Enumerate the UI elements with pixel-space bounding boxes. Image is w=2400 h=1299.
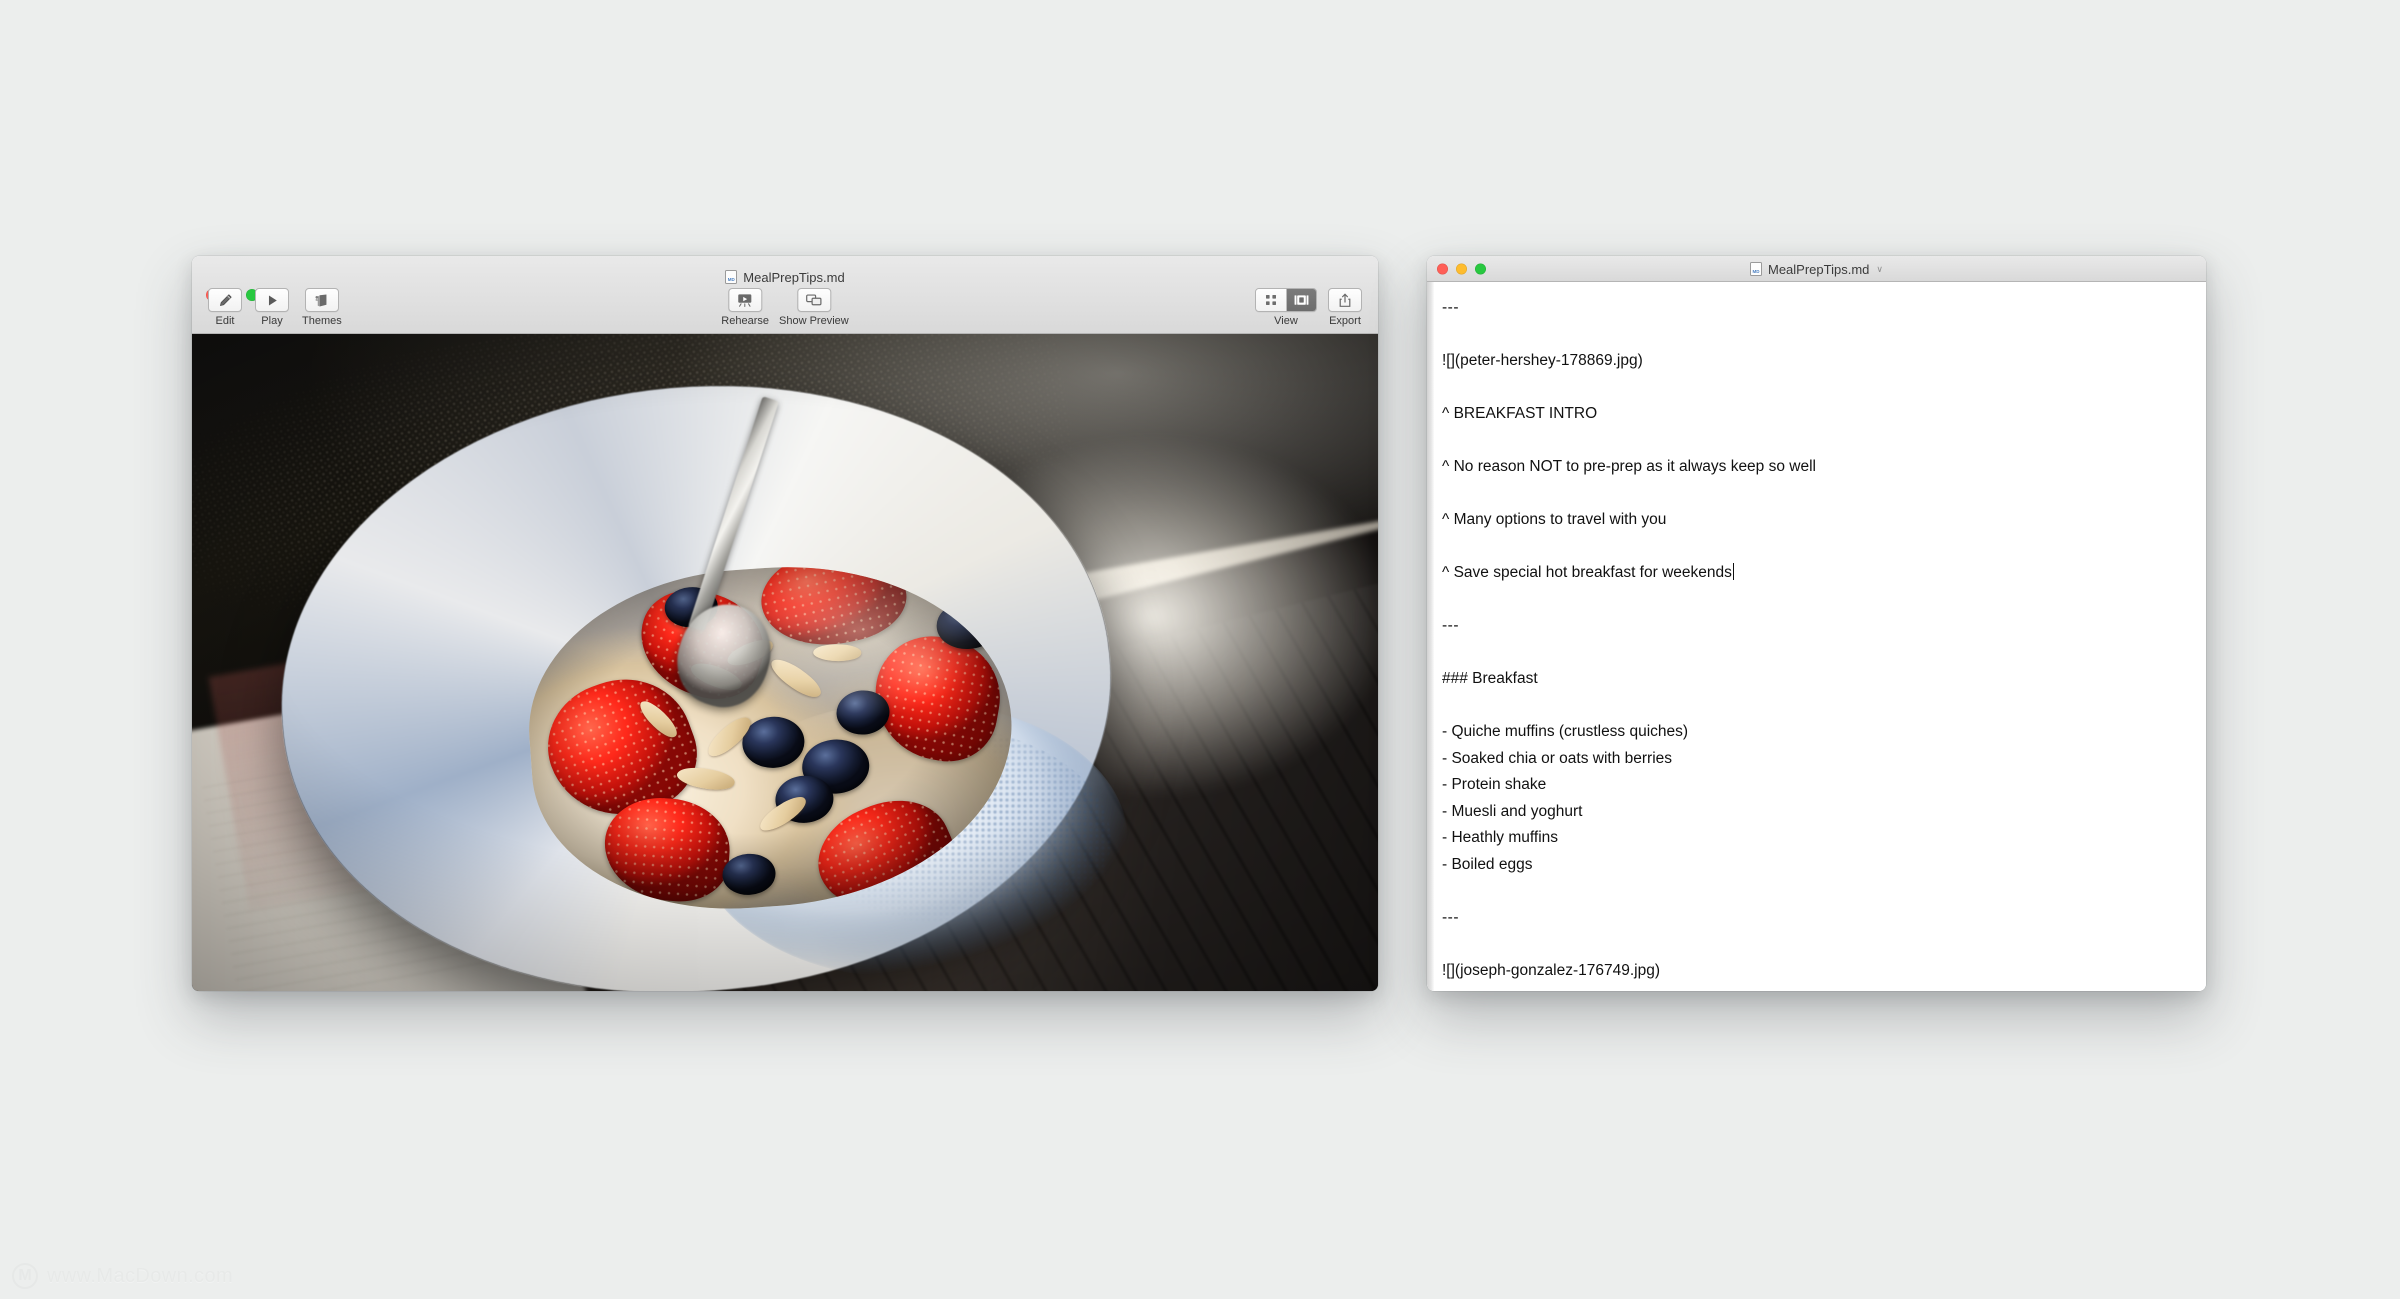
markdown-line: ![](joseph-gonzalez-176749.jpg) — [1442, 961, 1660, 979]
markdown-line — [1442, 428, 2190, 455]
markdown-source-text[interactable]: --- ![](peter-hershey-178869.jpg) ^ BREAKF… — [1434, 282, 2206, 991]
markdown-line: ^ Save special hot breakfast for weekend… — [1442, 560, 2190, 587]
edit-button[interactable]: Edit — [208, 288, 242, 327]
ceramic-bowl — [256, 351, 1136, 991]
text-caret — [1732, 563, 1735, 580]
themes-icon — [315, 293, 327, 306]
markdown-editor[interactable]: --- ![](peter-hershey-178869.jpg) ^ BREAKF… — [1427, 282, 2206, 991]
macdown-watermark: M www.MacDown.com — [12, 1263, 233, 1289]
themes-button[interactable]: Themes — [302, 288, 342, 327]
export-button[interactable]: Export — [1328, 288, 1362, 327]
macdown-logo-icon: M — [12, 1263, 38, 1289]
pencil-icon — [219, 293, 232, 306]
editor-title[interactable]: MealPrepTips.md ∨ — [1427, 256, 2206, 282]
rehearse-button-label: Rehearse — [721, 315, 769, 327]
export-button-label: Export — [1329, 315, 1361, 327]
markdown-line: ^ BREAKFAST INTRO — [1442, 405, 1598, 422]
share-icon — [1339, 293, 1351, 307]
export-button-face[interactable] — [1328, 288, 1362, 312]
presentation-toolbar[interactable]: Edit Play Themes Rehearse Show Preview V… — [192, 284, 1378, 333]
slide-preview[interactable] — [192, 334, 1378, 991]
edit-button-label: Edit — [215, 315, 235, 327]
breakfast-bowl-photo — [192, 334, 1378, 991]
markdown-line — [1442, 878, 2190, 905]
markdown-line — [1442, 640, 2190, 667]
markdown-line: --- — [1442, 908, 1459, 926]
markdown-line: ^ No reason NOT to pre-prep as it always… — [1442, 458, 1816, 475]
rehearse-icon — [738, 294, 752, 307]
show-preview-button-face[interactable] — [796, 288, 831, 312]
preview-icon — [806, 294, 822, 306]
view-control[interactable]: View — [1255, 288, 1317, 327]
markdown-line: --- — [1442, 299, 1459, 316]
markdown-line: - Boiled eggs — [1442, 855, 1533, 873]
watermark-text: www.MacDown.com — [47, 1264, 234, 1287]
markdown-line: - Protein shake — [1442, 776, 1547, 793]
markdown-line — [1442, 534, 2190, 561]
presentation-window[interactable]: MealPrepTips.md Edit — [192, 256, 1378, 991]
markdown-line — [1442, 693, 2190, 720]
view-control-label: View — [1274, 315, 1298, 327]
markdown-line: ### Breakfast — [1442, 670, 1538, 687]
play-button[interactable]: Play — [255, 288, 289, 327]
show-preview-button[interactable]: Show Preview — [779, 288, 849, 327]
markdown-line: - Soaked chia or oats with berries — [1442, 749, 1673, 767]
markdown-editor-window[interactable]: MealPrepTips.md ∨ --- ![](peter-hershey-1… — [1427, 256, 2206, 991]
toolbar-group-center: Rehearse Show Preview — [721, 288, 849, 327]
markdown-line — [1442, 322, 2190, 349]
editor-gutter — [1427, 282, 1434, 991]
markdown-file-icon — [725, 270, 738, 284]
editor-titlebar[interactable]: MealPrepTips.md ∨ — [1427, 256, 2206, 282]
rehearse-button[interactable]: Rehearse — [721, 288, 769, 327]
breakfast-food-pile — [518, 551, 1023, 923]
markdown-line: - Muesli and yoghurt — [1442, 802, 1583, 820]
chevron-down-icon[interactable]: ∨ — [1876, 264, 1883, 275]
markdown-line — [1442, 375, 2190, 402]
grid-icon — [1266, 295, 1276, 305]
view-segment-slide-layout[interactable] — [1286, 289, 1316, 311]
markdown-file-icon — [1750, 262, 1762, 276]
editor-title-text: MealPrepTips.md — [1768, 261, 1870, 277]
themes-button-face[interactable] — [304, 288, 339, 312]
markdown-line: - Quiche muffins (crustless quiches) — [1442, 723, 1689, 740]
play-button-face[interactable] — [255, 288, 289, 312]
markdown-line — [1442, 587, 2190, 614]
markdown-line: ![](peter-hershey-178869.jpg) — [1442, 352, 1643, 369]
edit-button-face[interactable] — [208, 288, 242, 312]
show-preview-button-label: Show Preview — [779, 315, 849, 327]
rehearse-button-face[interactable] — [728, 288, 763, 312]
presentation-title-text: MealPrepTips.md — [743, 269, 845, 285]
view-segmented-control[interactable] — [1255, 288, 1317, 312]
presentation-titlebar[interactable]: MealPrepTips.md Edit — [192, 256, 1378, 334]
play-button-label: Play — [261, 315, 283, 327]
markdown-line — [1442, 481, 2190, 508]
play-icon — [268, 294, 277, 306]
slide-layout-icon — [1294, 295, 1309, 305]
markdown-line: ^ Many options to travel with you — [1442, 511, 1667, 528]
view-segment-grid[interactable] — [1256, 289, 1286, 311]
markdown-line: --- — [1442, 617, 1459, 634]
markdown-line — [1442, 931, 2190, 958]
toolbar-group-right: View Export — [1255, 288, 1362, 327]
markdown-line: - Heathly muffins — [1442, 829, 1559, 846]
toolbar-group-left: Edit Play Themes — [208, 288, 342, 327]
themes-button-label: Themes — [302, 315, 342, 327]
